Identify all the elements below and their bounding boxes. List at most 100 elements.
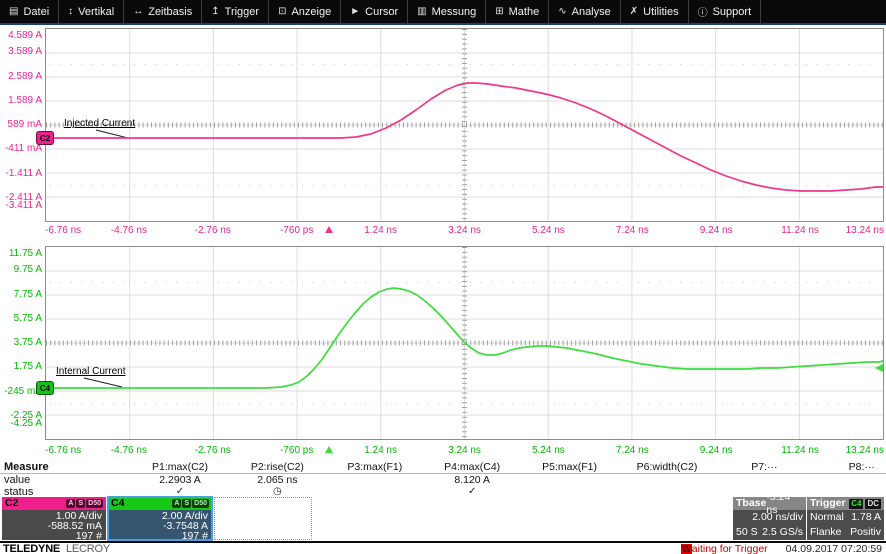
x-axis-label: 7.24 ns [615, 445, 649, 456]
measure-col-header[interactable]: P2:rise(C2) [229, 461, 325, 473]
trigger-position-marker[interactable] [325, 226, 333, 233]
trigger-slope: Positiv [850, 526, 881, 538]
timebase-samples: 50 S [736, 526, 758, 538]
waveform-icon: ∿ [558, 6, 567, 17]
x-axis-label: 13.24 ns [845, 445, 884, 456]
x-axis-label: 5.24 ns [531, 225, 565, 236]
x-axis-row-injected: -6.76 ns -4.76 ns -2.76 ns -760 ps 1.24 ns 3.… [0, 224, 886, 238]
status-bar: TELEDYNE LECROY W aiting for Trigger 04.… [0, 541, 886, 554]
brand-lecroy: LECROY [65, 542, 110, 554]
graph-injected[interactable] [45, 28, 884, 222]
menu-item-label: Support [712, 5, 752, 18]
menu-accent-strip [0, 23, 886, 25]
y-axis-label: 11.75 A [8, 248, 42, 259]
x-axis-label: 5.24 ns [531, 445, 565, 456]
menu-item-label: Utilities [643, 5, 679, 18]
menu-item-label: Messung [431, 5, 477, 18]
measure-col-header[interactable]: P8:··· [814, 461, 886, 473]
measure-col-header[interactable]: P3:max(F1) [327, 461, 423, 473]
menu-item-cursor[interactable]: ► Cursor [341, 0, 409, 23]
timebase-label: Tbase [736, 497, 767, 509]
menu-item-utilities[interactable]: ✗ Utilities [621, 0, 689, 23]
trigger-level-arrow[interactable] [875, 364, 883, 372]
x-axis-label: 1.24 ns [364, 225, 397, 236]
trigger-status-text: aiting for Trigger [691, 542, 768, 554]
menu-item-label: Analyse [571, 5, 611, 18]
menu-item-vertikal[interactable]: ↕ Vertikal [59, 0, 125, 23]
measure-title: Measure [4, 461, 49, 473]
menu-item-label: Mathe [508, 5, 540, 18]
menu-item-analyse[interactable]: ∿ Analyse [549, 0, 621, 23]
horizontal-arrows-icon: ↔ [133, 6, 144, 17]
y-axis-label: 2.589 A [8, 70, 42, 82]
menu-item-label: Anzeige [291, 5, 332, 18]
x-axis-label: -6.76 ns [45, 445, 82, 456]
channel-readout-line: 197 # [181, 530, 208, 540]
measure-col-header[interactable]: P7:··· [716, 461, 812, 473]
trigger-status-indicator: W [681, 543, 692, 554]
y-axis-label: 3.589 A [8, 46, 42, 58]
menu-item-trigger[interactable]: ↥ Trigger [202, 0, 270, 23]
measure-col-value: 8.120 A [454, 474, 490, 486]
channel-marker-c4[interactable]: C4 [36, 381, 54, 395]
channel-badge-d50: D50 [86, 499, 103, 508]
trigger-coupling-badge: DC [865, 498, 881, 509]
channel-box-c4[interactable]: C4 A S D50 2.00 A/div -3.7548 A 197 # [107, 496, 213, 541]
brand-teledyne: TELEDYNE [3, 542, 61, 554]
x-axis-label: 1.24 ns [364, 445, 397, 456]
x-axis-label: 3.24 ns [448, 445, 481, 456]
info-icon: ⓘ [697, 8, 708, 19]
teledyne-lecroy-logo: TELEDYNE LECROY [3, 543, 110, 554]
channel-box-c2[interactable]: C2 A S D50 1.00 A/div -588.52 mA 197 # [2, 497, 106, 540]
trigger-level: 1.78 A [851, 511, 881, 523]
x-axis-label: 11.24 ns [781, 445, 819, 456]
x-axis-label: -4.76 ns [110, 225, 147, 236]
menu-item-anzeige[interactable]: ⊡ Anzeige [269, 0, 342, 23]
channel-badge-s: S [76, 499, 86, 508]
menu-item-messung[interactable]: ▥ Messung [408, 0, 487, 23]
x-axis-label: 13.24 ns [845, 225, 884, 236]
x-axis-label: -2.76 ns [194, 225, 231, 236]
graph-internal[interactable] [45, 246, 884, 440]
channel-badge-d50: D50 [192, 499, 209, 508]
measure-col-header[interactable]: P1:max(C2) [132, 461, 228, 473]
oscilloscope-screen: ▤ Datei ↕ Vertikal ↔ Zeitbasis ↥ Trigger ⊡ Anzeig… [0, 0, 886, 554]
measure-col-header[interactable]: P5:max(F1) [522, 461, 618, 473]
menu-item-support[interactable]: ⓘ Support [689, 0, 762, 23]
measure-value-row-label: value [4, 474, 31, 486]
trace-callout-internal: Internal Current [56, 366, 126, 377]
x-axis-label: -2.76 ns [194, 445, 231, 456]
timebase-box[interactable]: Tbase -3.24 ns 2.00 ns/div 50 S 2.5 GS/s [733, 491, 806, 540]
channel-badge-a: A [66, 499, 76, 508]
x-axis-label: -760 ps [280, 445, 314, 456]
x-axis-label: 11.24 ns [781, 225, 819, 236]
menu-bar: ▤ Datei ↕ Vertikal ↔ Zeitbasis ↥ Trigger ⊡ Anzeig… [0, 0, 886, 23]
x-axis-label: -4.76 ns [110, 445, 147, 456]
x-axis-label: -760 ps [280, 225, 314, 236]
y-axis-label: -1.411 A [5, 167, 42, 179]
menu-item-datei[interactable]: ▤ Datei [0, 0, 60, 23]
menu-item-mathe[interactable]: ⊞ Mathe [486, 0, 550, 23]
y-axis-label: 589 mA [7, 119, 42, 130]
measure-status-icon: ◷ [273, 486, 282, 497]
trigger-edge-icon: ↥ [211, 6, 220, 17]
y-axis-label: 9.75 A [13, 264, 42, 276]
y-axis-label: -3.411 A [5, 200, 42, 211]
empty-trace-slot[interactable] [214, 497, 312, 540]
timebase-per-div: 2.00 ns/div [752, 511, 803, 523]
cursor-icon: ► [350, 6, 361, 17]
measure-col-header[interactable]: P6:width(C2) [619, 461, 715, 473]
channel-name: C2 [5, 497, 19, 509]
ruler-icon: ▥ [417, 6, 427, 17]
x-axis-label: 9.24 ns [699, 225, 733, 236]
channel-marker-c2[interactable]: C2 [36, 131, 54, 145]
menu-item-zeitbasis[interactable]: ↔ Zeitbasis [124, 0, 203, 23]
display-icon: ⊡ [278, 6, 287, 17]
trigger-position-marker[interactable] [325, 446, 333, 453]
trigger-box[interactable]: Trigger C4 DC Normal 1.78 A Flanke Posit… [807, 497, 884, 540]
y-axis-label: 3.75 A [13, 337, 42, 348]
y-axis-label: -4.25 A [10, 418, 42, 429]
measure-col-header[interactable]: P4:max(C4) [424, 461, 520, 473]
measure-col-value: 2.065 ns [257, 474, 298, 486]
menu-item-label: Trigger [224, 5, 260, 18]
